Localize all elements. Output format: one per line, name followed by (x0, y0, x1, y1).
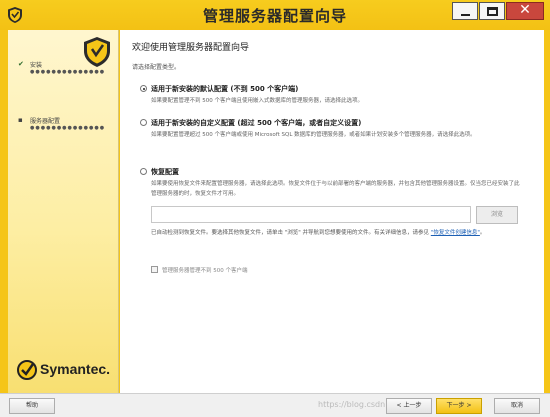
radio-button[interactable] (140, 168, 147, 175)
small-deployment-checkbox[interactable] (151, 266, 158, 273)
help-button[interactable]: 帮助 (9, 398, 55, 414)
minimize-button[interactable] (452, 2, 478, 20)
maximize-icon (487, 7, 498, 16)
step-label: 服务器配置 (30, 118, 61, 125)
symantec-shield-icon (84, 37, 110, 67)
wizard-sidebar: ✔ 安装 ●●●●●●●●●●●●●● ▪ 服务器配置 ●●●●●●●●●●●●… (8, 30, 119, 393)
back-button[interactable]: < 上一步 (386, 398, 432, 414)
symantec-logo: Symantec. (16, 357, 116, 385)
page-title: 欢迎使用管理服务器配置向导 (132, 43, 250, 53)
cancel-button[interactable]: 取消 (494, 398, 540, 414)
minimize-icon (461, 14, 470, 16)
recovery-hint: 已自动检测到恢复文件。要选择其他恢复文件，请单击 "浏览" 并导航到您想要使用的… (151, 229, 511, 238)
title-bar: 管理服务器配置向导 ✕ (0, 0, 550, 30)
option-description: 如果要配置管理不到 500 个客户端且使用嵌入式数据库的管理服务器，请选择此选项… (151, 98, 363, 104)
browse-button[interactable]: 浏览 (476, 206, 518, 224)
option-description: 如果要配置管理超过 500 个客户端或使用 Microsoft SQL 数据库的… (151, 132, 476, 138)
option-label: 恢复配置 (151, 168, 179, 176)
step-label: 安装 (30, 62, 43, 69)
option-description: 如果要使用恢复文件来配置管理服务器，请选择此选项。恢复文件位于与以前部署的客户端… (151, 181, 520, 197)
next-button[interactable]: 下一步 > (436, 398, 482, 414)
radio-button[interactable] (140, 85, 147, 92)
step-progress-dots: ●●●●●●●●●●●●●● (30, 125, 106, 131)
option-label: 适用于新安装的默认配置 (不到 500 个客户端) (151, 85, 299, 93)
maximize-button[interactable] (479, 2, 505, 20)
checkmark-circle-icon (17, 360, 37, 380)
recovery-info-link[interactable]: "恢复文件创建信息" (431, 230, 480, 236)
wizard-content: 欢迎使用管理服务器配置向导 请选择配置类型。 适用于新安装的默认配置 (不到 5… (120, 30, 544, 393)
prompt-text: 请选择配置类型。 (132, 64, 181, 71)
brand-name: Symantec. (40, 361, 111, 377)
option-label: 适用于新安装的自定义配置 (超过 500 个客户端，或者自定义设置) (151, 119, 362, 127)
hint-text: 已自动检测到恢复文件。要选择其他恢复文件，请单击 "浏览" 并导航到您想要使用的… (151, 230, 430, 236)
check-icon: ✔ (18, 60, 24, 68)
checkbox-label: 管理服务器管理不到 500 个客户端 (162, 268, 248, 274)
close-button[interactable]: ✕ (506, 2, 544, 20)
radio-button[interactable] (140, 119, 147, 126)
button-bar: 帮助 https://blog.csdn.net/... < 上一步 下一步 >… (0, 393, 550, 417)
step-progress-dots: ●●●●●●●●●●●●●● (30, 69, 106, 75)
bullet-icon: ▪ (18, 116, 23, 124)
hint-end: 。 (479, 230, 486, 236)
close-icon: ✕ (519, 2, 531, 18)
recovery-file-path-input[interactable] (151, 206, 471, 223)
